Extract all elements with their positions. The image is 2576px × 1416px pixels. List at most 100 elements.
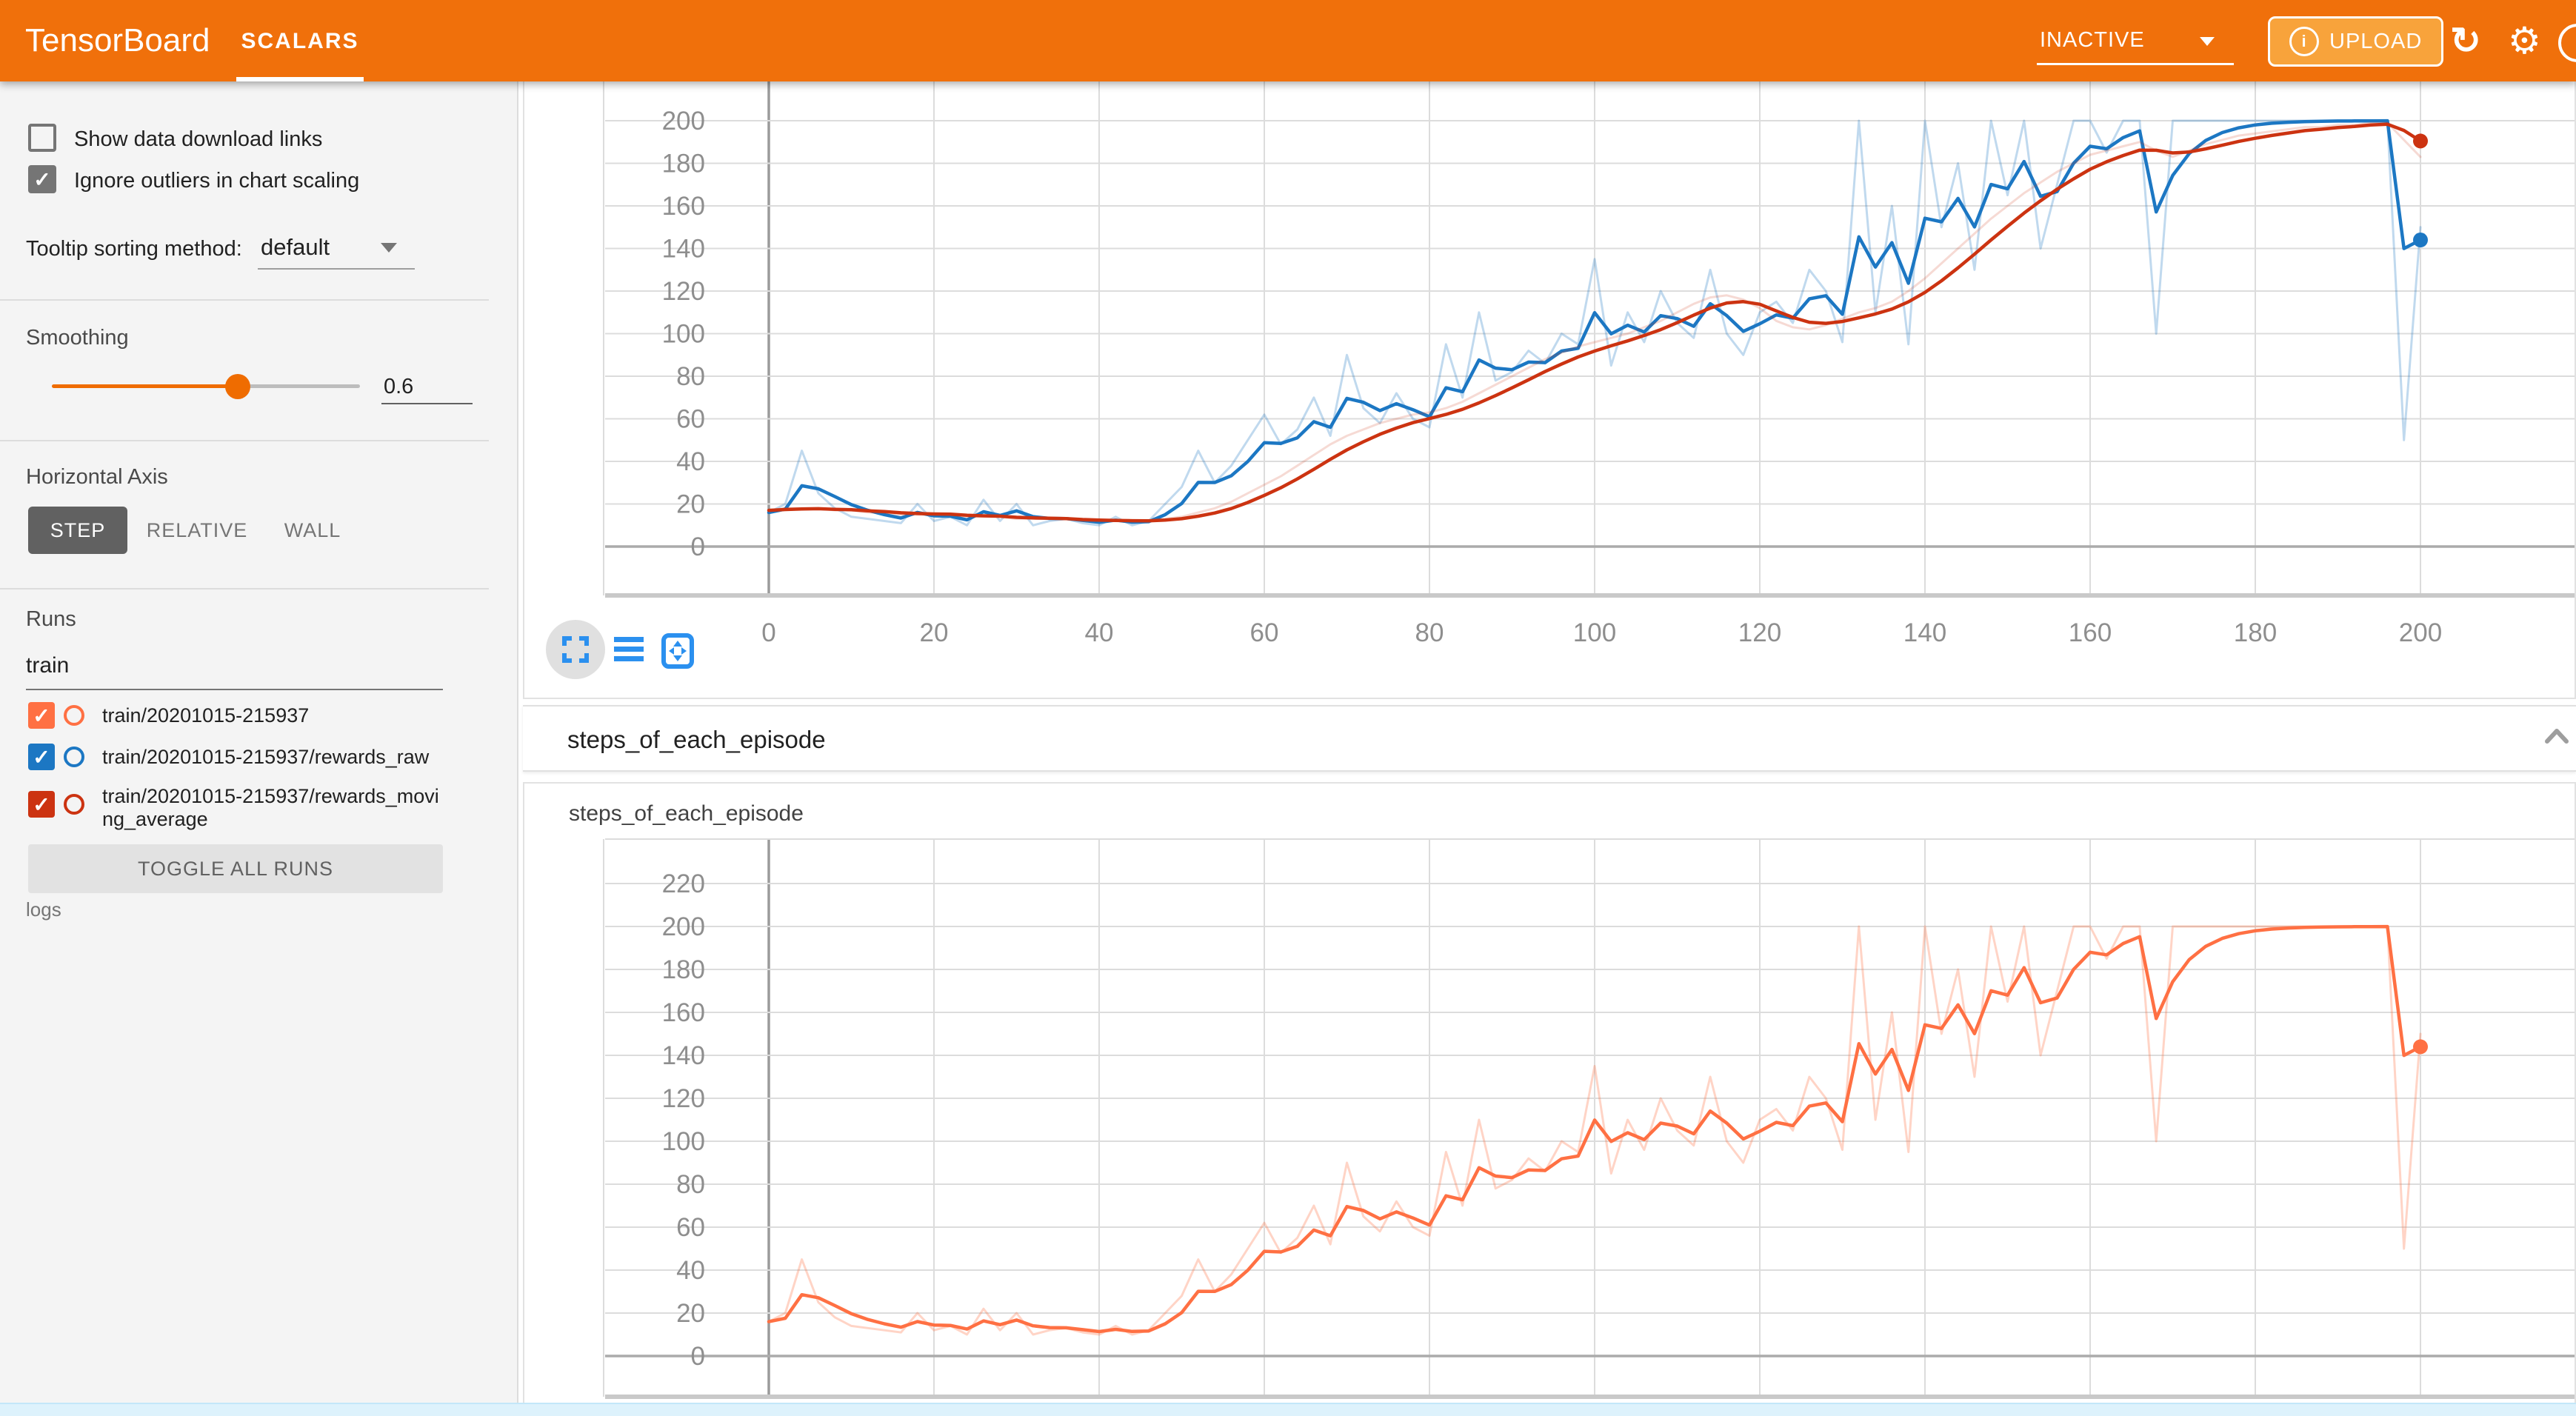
svg-text:20: 20: [676, 1299, 705, 1328]
axis-relative-button[interactable]: RELATIVE: [145, 507, 249, 554]
axis-step-button[interactable]: STEP: [28, 507, 127, 554]
upload-button-label: UPLOAD: [2329, 30, 2422, 54]
tensorboard-app: TensorBoard SCALARS INACTIVE i UPLOAD ↻ …: [0, 0, 2576, 1416]
svg-text:0: 0: [761, 618, 775, 647]
svg-text:0: 0: [691, 1342, 705, 1371]
svg-text:80: 80: [676, 1170, 705, 1199]
svg-text:120: 120: [662, 1084, 705, 1113]
svg-text:160: 160: [662, 998, 705, 1027]
divider: [0, 299, 489, 301]
horizontal-scrollbar[interactable]: [0, 1403, 2576, 1416]
show-download-links-checkbox[interactable]: [28, 124, 56, 152]
horizontal-axis-label: Horizontal Axis: [26, 465, 168, 490]
smoothing-slider-track[interactable]: [238, 384, 360, 388]
svg-text:40: 40: [676, 447, 705, 476]
chart-card-steps: steps_of_each_episode 020406080100120140…: [523, 782, 2576, 1416]
svg-text:120: 120: [1738, 618, 1781, 647]
ignore-outliers-label: Ignore outliers in chart scaling: [74, 169, 359, 193]
svg-text:100: 100: [662, 1127, 705, 1156]
run-checkbox[interactable]: ✓: [28, 791, 55, 818]
svg-text:100: 100: [1573, 618, 1616, 647]
svg-text:100: 100: [662, 320, 705, 349]
tooltip-sorting-select[interactable]: default: [261, 234, 330, 261]
svg-text:180: 180: [662, 150, 705, 178]
runs-heading: Runs: [26, 607, 76, 632]
run-color-ring-icon[interactable]: [64, 705, 84, 726]
fullscreen-icon[interactable]: [559, 633, 592, 666]
tooltip-sorting-label: Tooltip sorting method:: [26, 237, 242, 261]
svg-text:160: 160: [662, 192, 705, 221]
app-header: TensorBoard SCALARS INACTIVE i UPLOAD ↻ …: [0, 0, 2576, 81]
run-label: train/20201015-215937/rewards_moving_ave…: [102, 785, 443, 831]
chart-toolbar: [524, 620, 717, 687]
settings-gear-icon[interactable]: ⚙: [2508, 0, 2541, 81]
toggle-all-runs-button[interactable]: TOGGLE ALL RUNS: [28, 844, 443, 893]
tab-scalars-label: SCALARS: [236, 0, 364, 81]
svg-text:200: 200: [662, 107, 705, 136]
svg-text:0: 0: [691, 532, 705, 561]
status-dropdown-value: INACTIVE: [2040, 28, 2145, 53]
divider: [0, 440, 489, 441]
rewards-chart-plot[interactable]: 0 20 40 60 80 100 120 140 160 180 200 0 20 40 60 80 100 1…: [524, 81, 2575, 696]
svg-text:60: 60: [1250, 618, 1279, 647]
svg-text:20: 20: [676, 490, 705, 519]
svg-text:200: 200: [2399, 618, 2442, 647]
chevron-down-icon: [381, 243, 397, 253]
svg-text:120: 120: [662, 277, 705, 306]
info-icon: i: [2289, 27, 2319, 56]
svg-text:200: 200: [662, 912, 705, 941]
app-title: TensorBoard: [25, 0, 210, 81]
svg-text:80: 80: [676, 362, 705, 391]
svg-text:160: 160: [2069, 618, 2112, 647]
status-dropdown[interactable]: INACTIVE: [2037, 18, 2234, 65]
run-checkbox[interactable]: ✓: [28, 702, 55, 729]
svg-text:60: 60: [676, 1213, 705, 1242]
smoothing-slider-filled[interactable]: [52, 384, 238, 388]
runs-filter-input[interactable]: train: [26, 653, 69, 678]
settings-sidebar: Show data download links ✓ Ignore outlie…: [0, 81, 518, 1416]
check-icon: ✓: [33, 745, 50, 769]
svg-text:60: 60: [676, 405, 705, 434]
steps-chart-plot[interactable]: 0 20 40 60 80 100 120 140 160 180 200 220: [524, 784, 2575, 1416]
svg-text:80: 80: [1415, 618, 1444, 647]
show-download-links-label: Show data download links: [74, 127, 322, 152]
run-label: train/20201015-215937/rewards_raw: [102, 746, 450, 769]
check-icon: ✓: [33, 167, 50, 192]
svg-text:180: 180: [2234, 618, 2277, 647]
ignore-outliers-checkbox[interactable]: ✓: [28, 165, 56, 193]
tooltip-select-underline: [258, 268, 415, 270]
section-header-steps-of-each-episode[interactable]: steps_of_each_episode: [523, 705, 2576, 772]
section-title: steps_of_each_episode: [567, 707, 826, 773]
refresh-icon[interactable]: ↻: [2450, 0, 2481, 81]
svg-text:220: 220: [662, 869, 705, 898]
smoothing-slider-thumb[interactable]: [225, 374, 250, 399]
fit-domain-icon[interactable]: [661, 633, 695, 669]
run-checkbox[interactable]: ✓: [28, 744, 55, 770]
chevron-down-icon: [2200, 37, 2215, 46]
divider: [0, 588, 489, 590]
logdir-label: logs: [26, 898, 61, 921]
chevron-up-icon[interactable]: [2543, 726, 2570, 747]
svg-text:40: 40: [676, 1256, 705, 1285]
svg-text:140: 140: [1903, 618, 1946, 647]
run-label: train/20201015-215937: [102, 704, 450, 727]
smoothing-value-input[interactable]: 0.6: [384, 375, 413, 399]
svg-text:20: 20: [920, 618, 949, 647]
help-icon[interactable]: [2558, 24, 2576, 62]
tab-scalars[interactable]: SCALARS: [236, 0, 364, 81]
svg-text:180: 180: [662, 955, 705, 984]
status-dropdown-underline: [2037, 63, 2234, 65]
run-color-ring-icon[interactable]: [64, 747, 84, 767]
svg-text:140: 140: [662, 235, 705, 264]
axis-wall-button[interactable]: WALL: [276, 507, 350, 554]
chart-card-rewards: 0 20 40 60 80 100 120 140 160 180 200 0 20 40 60 80 100 1…: [523, 81, 2576, 699]
runs-filter-underline: [26, 689, 443, 690]
toggle-y-axis-icon[interactable]: [612, 633, 646, 666]
tab-active-underline: [236, 77, 364, 81]
smoothing-input-underline: [381, 403, 473, 404]
upload-button[interactable]: i UPLOAD: [2268, 16, 2443, 67]
run-color-ring-icon[interactable]: [64, 794, 84, 815]
check-icon: ✓: [33, 792, 50, 817]
svg-text:140: 140: [662, 1041, 705, 1070]
svg-text:40: 40: [1085, 618, 1114, 647]
